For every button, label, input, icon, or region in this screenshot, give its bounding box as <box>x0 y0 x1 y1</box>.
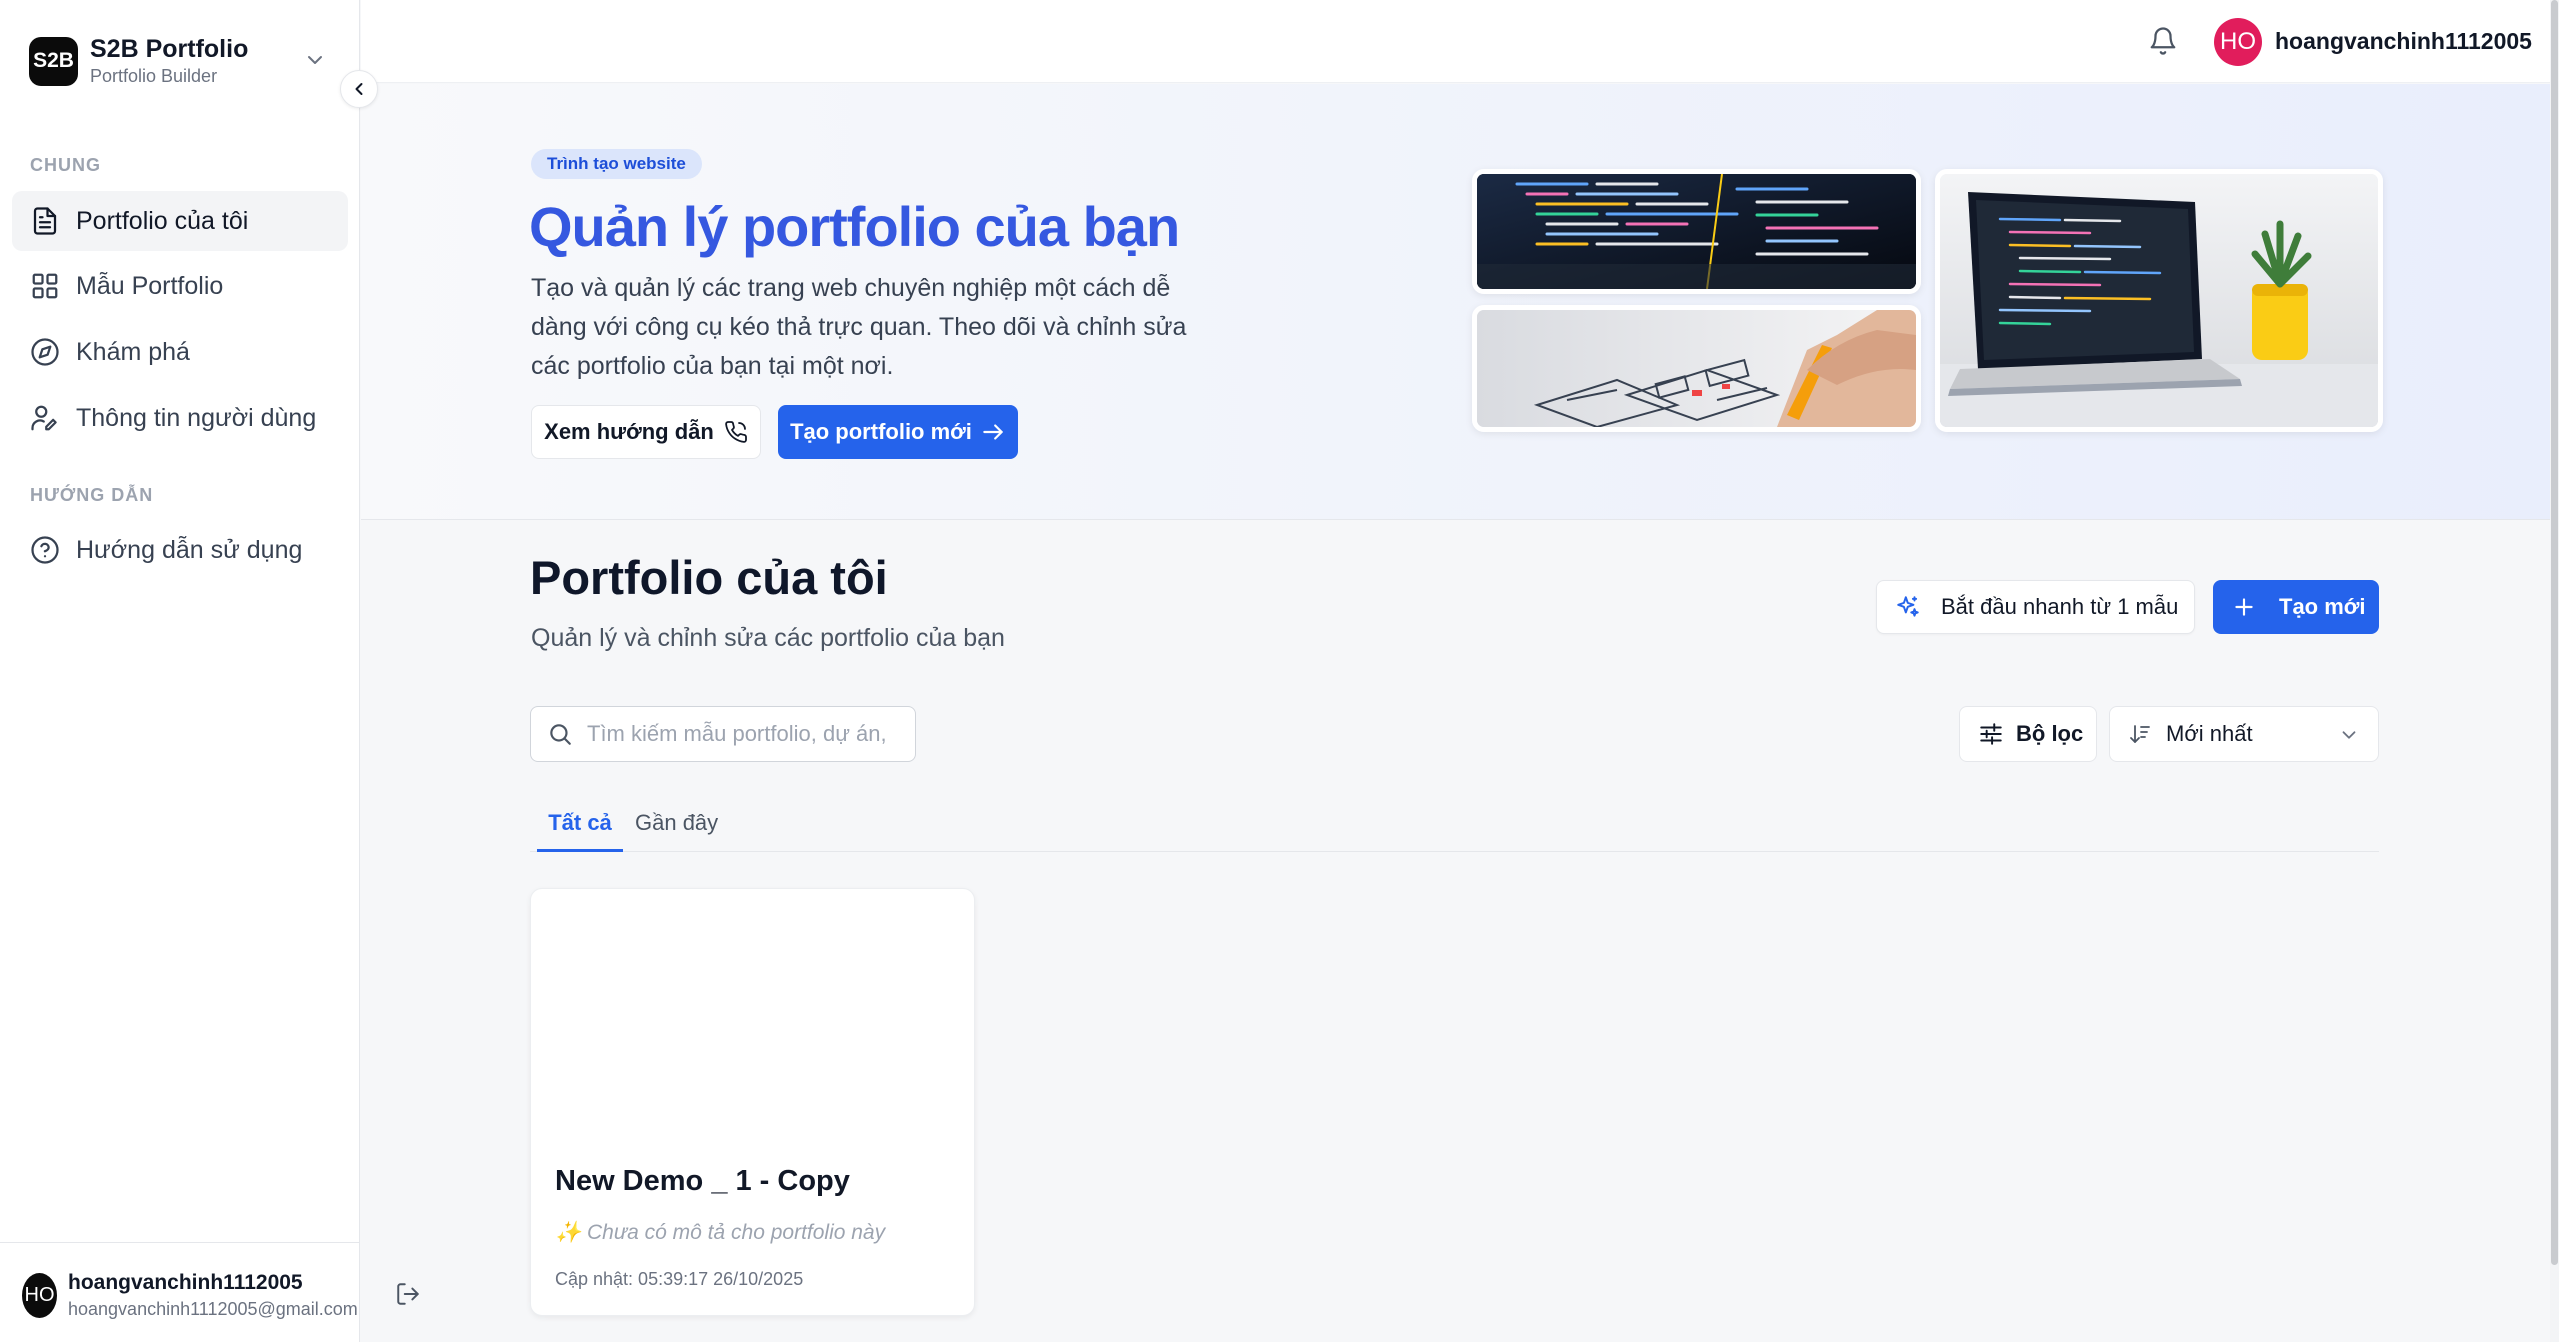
section-label-huong-dan: HƯỚNG DẪN <box>30 485 154 505</box>
view-guide-button[interactable]: Xem hướng dẫn <box>531 405 761 459</box>
hero-description: Tạo và quản lý các trang web chuyên nghi… <box>531 274 1187 380</box>
sidebar-item-my-portfolio[interactable]: Portfolio của tôi <box>12 191 348 251</box>
tab-recent[interactable]: Gần đây <box>635 810 718 852</box>
avatar: HO <box>22 1273 57 1318</box>
hero-badge: Trình tạo website <box>531 149 702 179</box>
sidebar-item-user-info[interactable]: Thông tin người dùng <box>12 388 348 448</box>
page-title: Portfolio của tôi <box>530 551 888 604</box>
search-box[interactable] <box>530 706 916 762</box>
file-text-icon <box>33 207 57 235</box>
sidebar-item-label: Thông tin người dùng <box>76 403 317 432</box>
wireframe-illustration <box>1477 310 1916 427</box>
hero-banner: Trình tạo website Quản lý portfolio của … <box>361 84 2550 520</box>
footer-username: hoangvanchinh1112005 <box>68 1271 303 1294</box>
brand[interactable]: S2B S2B Portfolio Portfolio Builder <box>29 34 248 88</box>
hero-title: Quản lý portfolio của bạn <box>529 195 1180 258</box>
plus-icon <box>2235 598 2253 616</box>
brand-title: S2B Portfolio <box>90 35 249 63</box>
page-subtitle: Quản lý và chỉnh sửa các portfolio của b… <box>531 624 1005 652</box>
sidebar-user-footer: HO hoangvanchinh1112005 hoangvanchinh111… <box>0 1242 360 1342</box>
topbar-username[interactable]: hoangvanchinh1112005 <box>2275 28 2532 55</box>
tab-bar: Tất cả Gần đây <box>530 800 2379 852</box>
sidebar-item-label: Portfolio của tôi <box>76 206 249 235</box>
chevron-left-icon <box>355 83 363 95</box>
create-portfolio-button[interactable]: Tạo portfolio mới <box>778 405 1018 459</box>
sidebar-item-templates[interactable]: Mẫu Portfolio <box>12 256 348 316</box>
sparkles-icon <box>1897 596 1919 617</box>
chevron-down-icon <box>2342 731 2356 739</box>
hero-image-wireframe-sketch <box>1472 305 1921 432</box>
brand-subtitle: Portfolio Builder <box>90 66 218 86</box>
create-new-button[interactable]: Tạo mới <box>2213 580 2379 634</box>
chevron-down-icon[interactable] <box>303 48 327 72</box>
hero-image-laptop <box>1935 169 2383 432</box>
sidebar-collapse-button[interactable] <box>340 70 378 108</box>
portfolio-card-updated: Cập nhật: 05:39:17 26/10/2025 <box>555 1269 804 1289</box>
tab-all[interactable]: Tất cả <box>537 810 623 852</box>
search-icon <box>550 724 571 745</box>
sidebar-item-label: Mẫu Portfolio <box>76 271 224 300</box>
grid-icon <box>32 273 58 299</box>
filter-button[interactable]: Bộ lọc <box>1959 706 2097 762</box>
sidebar-item-label: Khám phá <box>76 337 190 366</box>
portfolio-card[interactable]: New Demo _ 1 - Copy ✨ Chưa có mô tả cho … <box>530 888 975 1316</box>
create-new-label: Tạo mới <box>2279 594 2366 619</box>
search-input[interactable] <box>587 721 897 747</box>
quick-start-template-button[interactable]: Bắt đầu nhanh từ 1 mẫu <box>1876 580 2195 634</box>
user-edit-icon <box>31 405 57 431</box>
bell-icon[interactable] <box>2148 26 2178 56</box>
sidebar-item-user-guide[interactable]: Hướng dẫn sử dụng <box>12 520 348 580</box>
filter-label: Bộ lọc <box>2016 721 2084 746</box>
footer-email: hoangvanchinh1112005@gmail.com <box>68 1299 358 1319</box>
sort-icon <box>2130 725 2150 743</box>
sidebar-item-label: Hướng dẫn sử dụng <box>76 535 303 564</box>
scrollbar-thumb[interactable] <box>2551 0 2558 1265</box>
sidebar: S2B S2B Portfolio Portfolio Builder CHUN… <box>0 0 360 1342</box>
create-portfolio-label: Tạo portfolio mới <box>790 419 972 444</box>
logout-icon[interactable] <box>395 1281 421 1307</box>
code-screen-illustration <box>1477 174 1916 289</box>
phone-icon <box>725 421 747 443</box>
sliders-icon <box>1980 723 2002 745</box>
laptop-illustration <box>1940 174 2378 427</box>
quick-start-label: Bắt đầu nhanh từ 1 mẫu <box>1941 594 2179 619</box>
brand-logo: S2B <box>29 36 78 86</box>
section-label-chung: CHUNG <box>30 155 101 175</box>
hero-image-code-screen <box>1472 169 1921 294</box>
avatar[interactable]: HO <box>2214 18 2262 66</box>
sort-select[interactable]: Mới nhất <box>2109 706 2379 762</box>
compass-icon <box>31 338 59 366</box>
sidebar-item-explore[interactable]: Khám phá <box>12 322 348 382</box>
portfolio-card-title[interactable]: New Demo _ 1 - Copy <box>555 1165 850 1198</box>
topbar: HO hoangvanchinh1112005 <box>361 0 2550 83</box>
sort-selected-value: Mới nhất <box>2166 721 2253 746</box>
help-circle-icon <box>31 536 59 564</box>
view-guide-label: Xem hướng dẫn <box>544 419 714 444</box>
arrow-right-icon <box>983 424 1003 440</box>
portfolio-card-description: ✨ Chưa có mô tả cho portfolio này <box>555 1221 886 1244</box>
